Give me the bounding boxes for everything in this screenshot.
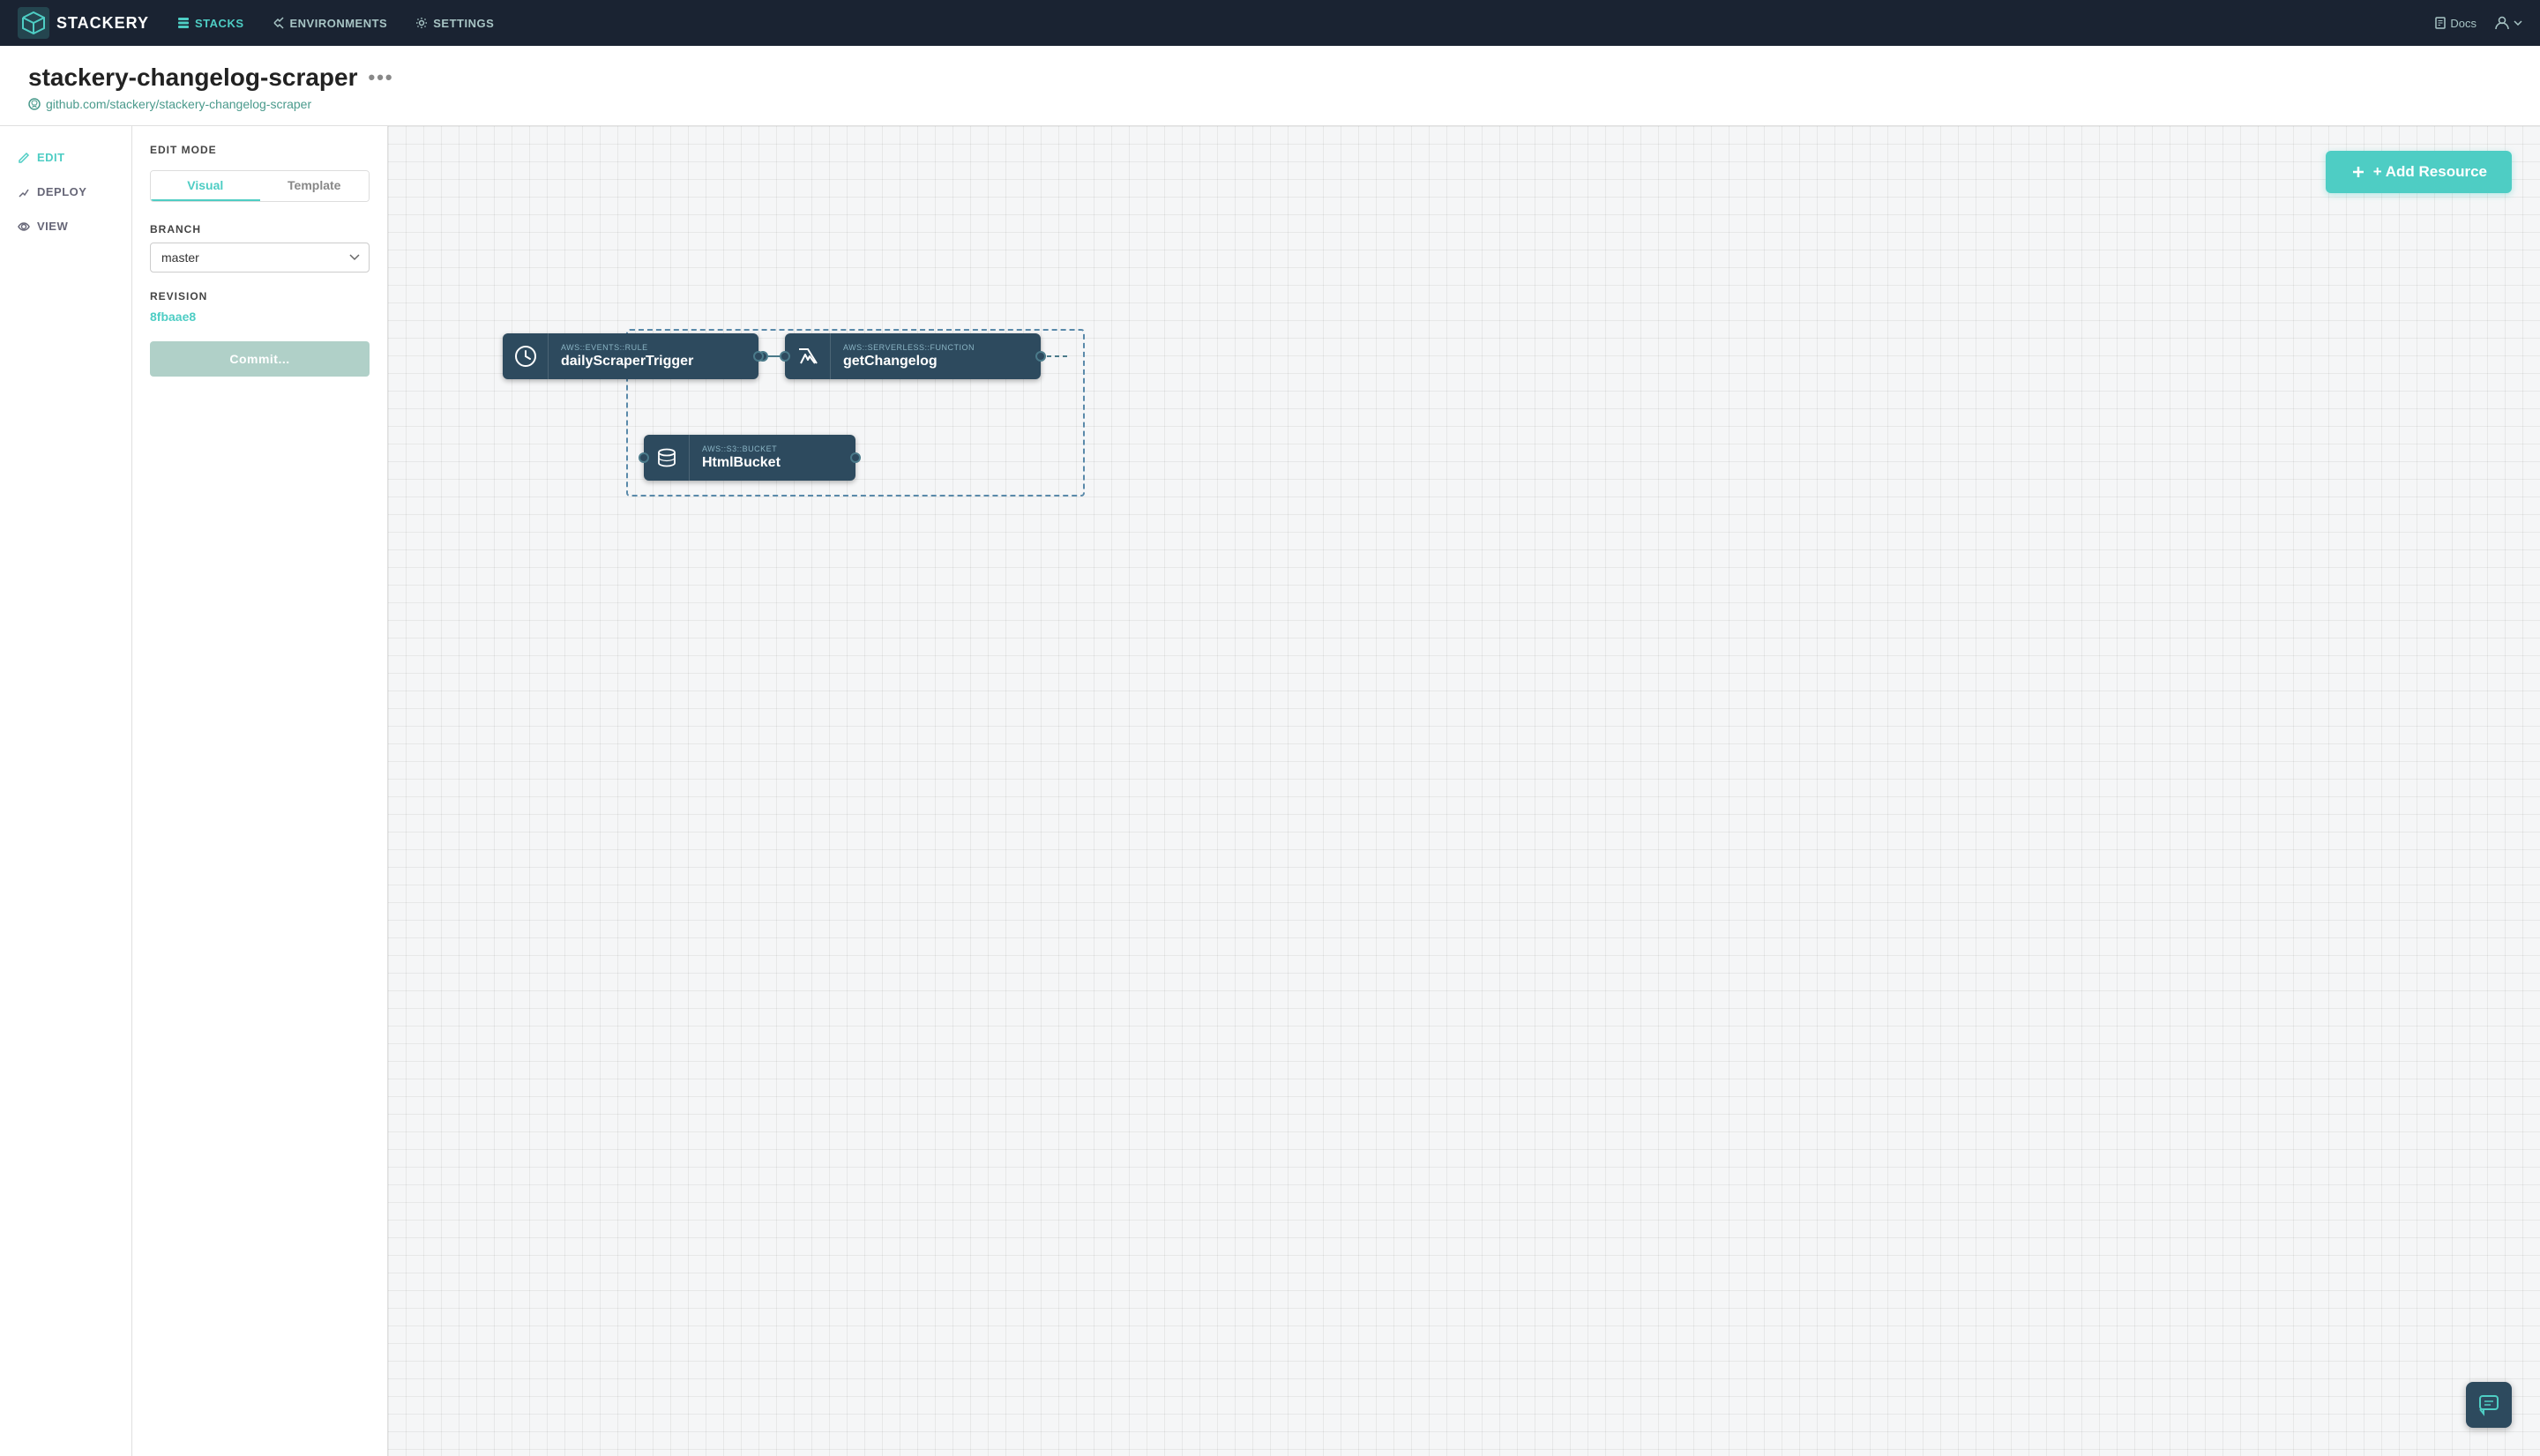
tab-template[interactable]: Template	[260, 171, 370, 201]
add-resource-button[interactable]: + Add Resource	[2326, 151, 2512, 193]
revision-value: 8fbaae8	[150, 310, 370, 324]
node-bucket[interactable]: AWS::S3::BUCKET HtmlBucket	[644, 435, 855, 481]
edit-panel: EDIT MODE Visual Template BRANCH master …	[132, 126, 388, 1456]
view-icon	[18, 220, 30, 233]
edit-mode-label: EDIT MODE	[150, 144, 370, 156]
canvas-area[interactable]: + Add Resource	[388, 126, 2540, 1456]
trigger-icon	[503, 333, 549, 379]
commit-button[interactable]: Commit...	[150, 341, 370, 377]
settings-icon	[415, 17, 428, 29]
top-nav: STACKERY STACKS ENVIRONMENTS SETTINGS	[0, 0, 2540, 46]
function-icon	[785, 333, 831, 379]
bucket-type: AWS::S3::BUCKET	[702, 444, 781, 453]
function-content: AWS::SERVERLESS::FUNCTION getChangelog	[831, 338, 987, 375]
clock-icon	[513, 344, 538, 369]
sidebar-item-edit[interactable]: EDIT	[0, 144, 131, 171]
docs-icon	[2434, 17, 2447, 29]
tab-visual[interactable]: Visual	[151, 171, 260, 201]
trigger-name: dailyScraperTrigger	[561, 354, 693, 370]
node-function[interactable]: AWS::SERVERLESS::FUNCTION getChangelog	[785, 333, 1041, 379]
sidebar-item-deploy[interactable]: DEPLOY	[0, 178, 131, 205]
plus-icon	[2350, 164, 2366, 180]
deploy-icon	[18, 186, 30, 198]
github-icon	[28, 98, 41, 110]
stacks-icon	[177, 17, 190, 29]
connections-svg	[388, 126, 2540, 1456]
mode-tabs: Visual Template	[150, 170, 370, 202]
left-sidebar: EDIT DEPLOY VIEW	[0, 126, 132, 1456]
chat-icon	[2477, 1393, 2500, 1416]
nav-environments[interactable]: ENVIRONMENTS	[273, 17, 388, 30]
sidebar-item-view[interactable]: VIEW	[0, 213, 131, 240]
nav-stacks[interactable]: STACKS	[177, 17, 243, 30]
trigger-right-connector	[753, 351, 764, 362]
user-menu[interactable]	[2494, 15, 2522, 31]
user-icon	[2494, 15, 2510, 31]
github-link[interactable]: github.com/stackery/stackery-changelog-s…	[28, 97, 2512, 111]
function-type: AWS::SERVERLESS::FUNCTION	[843, 343, 975, 352]
branch-select[interactable]: master develop main	[150, 243, 370, 273]
environments-icon	[273, 17, 285, 29]
page-header: stackery-changelog-scraper ••• github.co…	[0, 46, 2540, 126]
bucket-left-connector	[639, 452, 649, 463]
docs-link[interactable]: Docs	[2434, 17, 2476, 30]
main-layout: EDIT DEPLOY VIEW EDIT MODE Visual Templa…	[0, 126, 2540, 1456]
edit-icon	[18, 152, 30, 164]
bucket-content: AWS::S3::BUCKET HtmlBucket	[690, 439, 793, 476]
node-trigger[interactable]: AWS::EVENTS::RULE dailyScraperTrigger	[503, 333, 758, 379]
revision-label: REVISION	[150, 290, 370, 302]
lambda-icon	[796, 344, 820, 369]
bucket-name: HtmlBucket	[702, 455, 781, 471]
chevron-down-icon	[2514, 20, 2522, 26]
logo[interactable]: STACKERY	[18, 7, 149, 39]
nav-settings[interactable]: SETTINGS	[415, 17, 494, 30]
trigger-content: AWS::EVENTS::RULE dailyScraperTrigger	[549, 338, 706, 375]
function-left-connector	[780, 351, 790, 362]
page-title-options[interactable]: •••	[369, 66, 394, 89]
bucket-right-connector	[850, 452, 861, 463]
trigger-type: AWS::EVENTS::RULE	[561, 343, 693, 352]
bucket-icon	[644, 435, 690, 481]
stackery-logo-icon	[18, 7, 49, 39]
branch-label: BRANCH	[150, 223, 370, 235]
function-right-connector	[1035, 351, 1046, 362]
chat-button[interactable]	[2466, 1382, 2512, 1428]
page-title: stackery-changelog-scraper •••	[28, 63, 2512, 92]
function-name: getChangelog	[843, 354, 975, 370]
s3-icon	[655, 446, 678, 469]
nav-right: Docs	[2434, 15, 2522, 31]
